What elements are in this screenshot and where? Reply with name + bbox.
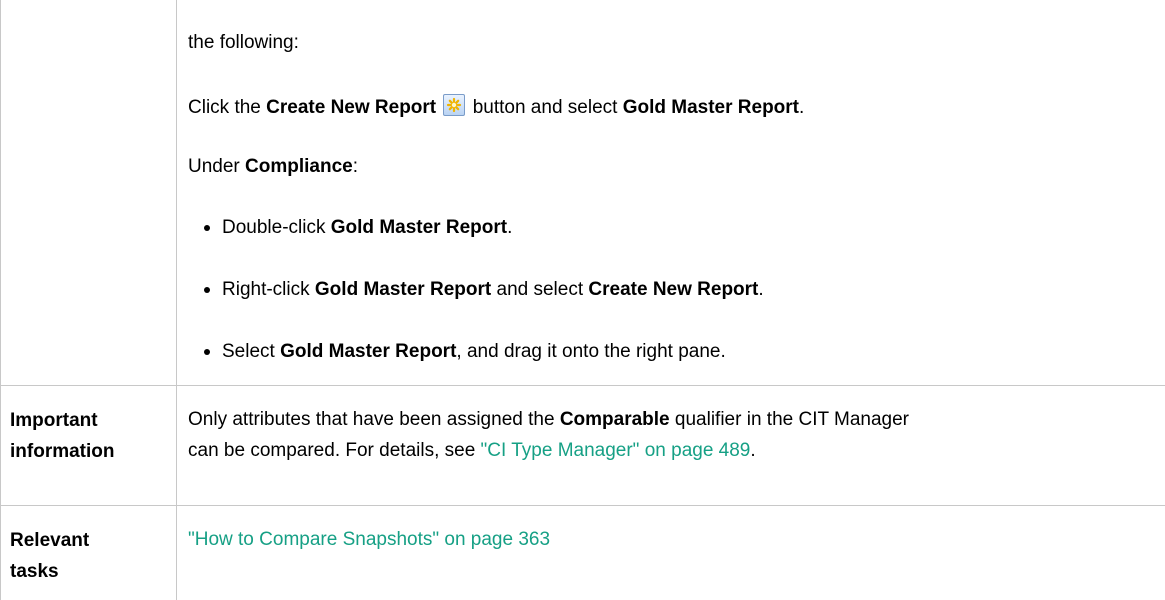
bullet-marker bbox=[204, 287, 210, 293]
row1-line-following: the following: bbox=[188, 32, 299, 54]
row1-line1-bold1: Create New Report bbox=[266, 97, 437, 118]
table-border-row1 bbox=[0, 385, 1165, 386]
row1-line1-pre: Click the bbox=[188, 97, 267, 118]
row1-line-click: Click the Create New Report button and s… bbox=[188, 94, 804, 119]
label-important-line2: information bbox=[10, 441, 115, 462]
row1-line2-pre: Under bbox=[188, 156, 246, 177]
important-l1-pre: Only attributes that have been assigned … bbox=[188, 409, 560, 430]
label-relevant-line1: Relevant bbox=[10, 530, 90, 551]
row1-line1-mid: button and select bbox=[467, 97, 623, 118]
row1-line-under: Under Compliance: bbox=[188, 156, 358, 178]
bullet-marker bbox=[204, 349, 210, 355]
table-border-divider bbox=[176, 0, 177, 600]
list-item-double-click: Double-click Gold Master Report. bbox=[222, 217, 512, 239]
table-border-left bbox=[0, 0, 1, 600]
bullet1-post: . bbox=[758, 279, 764, 300]
create-new-report-icon bbox=[443, 94, 466, 116]
bullet1-bold2: Create New Report bbox=[588, 279, 759, 300]
label-important-information: Important information bbox=[10, 405, 115, 467]
ci-type-manager-link[interactable]: "CI Type Manager" on page 489 bbox=[481, 440, 751, 461]
list-item-right-click: Right-click Gold Master Report and selec… bbox=[222, 279, 764, 301]
list-item-select-drag: Select Gold Master Report, and drag it o… bbox=[222, 341, 726, 363]
bullet1-bold1: Gold Master Report bbox=[314, 279, 492, 300]
row1-line0-text: the following: bbox=[188, 32, 299, 53]
important-l2-pre: can be compared. For details, see bbox=[188, 440, 481, 461]
label-relevant-line2: tasks bbox=[10, 561, 59, 582]
important-info-line1: Only attributes that have been assigned … bbox=[188, 409, 909, 431]
bullet0-pre: Double-click bbox=[222, 217, 331, 238]
document-table: the following: Click the Create New Repo… bbox=[0, 0, 1165, 600]
bullet0-mid: . bbox=[507, 217, 513, 238]
label-important-line1: Important bbox=[10, 410, 98, 431]
row1-line2-bold: Compliance bbox=[245, 156, 353, 177]
how-to-compare-snapshots-link[interactable]: "How to Compare Snapshots" on page 363 bbox=[188, 529, 550, 550]
important-l2-post: . bbox=[750, 440, 756, 461]
important-l1-post: qualifier in the CIT Manager bbox=[669, 409, 910, 430]
important-l1-bold: Comparable bbox=[559, 409, 670, 430]
table-border-row2 bbox=[0, 505, 1165, 506]
important-info-line2: can be compared. For details, see "CI Ty… bbox=[188, 440, 756, 462]
row1-line1-post: . bbox=[799, 97, 805, 118]
label-relevant-tasks: Relevant tasks bbox=[10, 525, 89, 587]
bullet1-pre: Right-click bbox=[222, 279, 315, 300]
bullet2-bold: Gold Master Report bbox=[280, 341, 457, 362]
bullet0-bold: Gold Master Report bbox=[330, 217, 508, 238]
bullet-marker bbox=[204, 225, 210, 231]
relevant-tasks-text: "How to Compare Snapshots" on page 363 bbox=[188, 529, 550, 551]
row1-line1-bold2: Gold Master Report bbox=[622, 97, 800, 118]
bullet2-pre: Select bbox=[222, 341, 281, 362]
bullet2-mid: , and drag it onto the right pane. bbox=[456, 341, 726, 362]
bullet1-mid: and select bbox=[491, 279, 589, 300]
row1-line2-post: : bbox=[352, 156, 359, 177]
